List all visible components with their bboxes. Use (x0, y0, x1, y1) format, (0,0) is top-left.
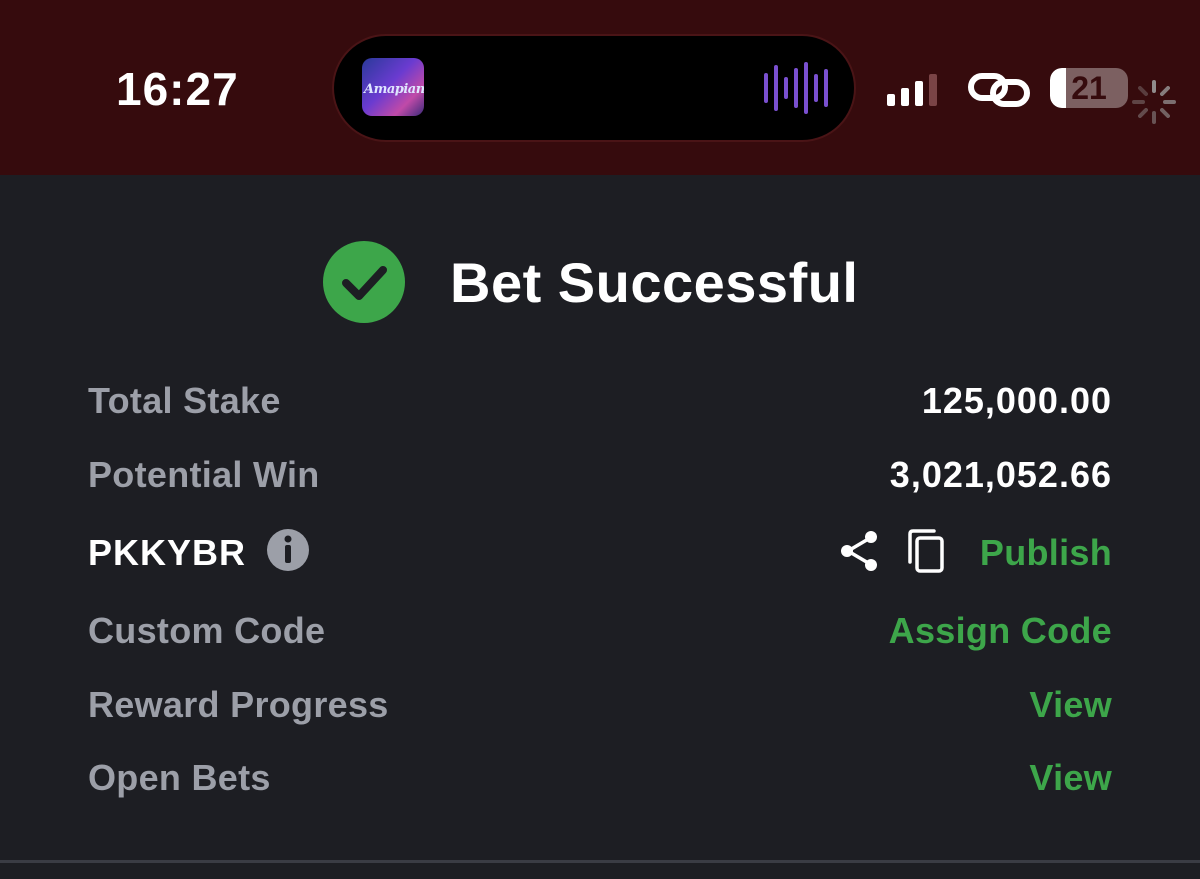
cellular-signal-icon (887, 74, 937, 106)
total-stake-label: Total Stake (88, 380, 281, 421)
publish-button[interactable]: Publish (980, 532, 1112, 574)
bet-confirmation-screen: 16:27 Amapiano (0, 0, 1200, 879)
open-bets-row: Open Bets View (88, 757, 1112, 807)
link-icon (968, 73, 1030, 107)
album-art[interactable]: Amapiano (362, 58, 424, 116)
dynamic-island[interactable]: Amapiano (334, 36, 854, 140)
copy-icon[interactable] (906, 528, 946, 574)
audio-waveform-icon (764, 62, 828, 114)
total-stake-row: Total Stake 125,000.00 (88, 380, 1112, 430)
reward-progress-view-button[interactable]: View (1029, 684, 1112, 726)
info-icon[interactable] (266, 528, 310, 572)
potential-win-value: 3,021,052.66 (889, 454, 1112, 495)
battery-icon: 21 (1050, 68, 1128, 108)
open-bets-label: Open Bets (88, 757, 271, 798)
custom-code-label: Custom Code (88, 610, 326, 651)
custom-code-row: Custom Code Assign Code (88, 610, 1112, 660)
booking-code-row: PKKYBR Publish (88, 529, 1112, 582)
booking-code: PKKYBR (88, 532, 247, 573)
potential-win-label: Potential Win (88, 454, 320, 495)
album-art-text: Amapiano (364, 82, 424, 97)
potential-win-row: Potential Win 3,021,052.66 (88, 454, 1112, 504)
divider (0, 860, 1200, 863)
page-title: Bet Successful (450, 251, 859, 314)
share-icon[interactable] (838, 528, 880, 574)
bet-success-header: Bet Successful (0, 238, 1200, 328)
reward-progress-label: Reward Progress (88, 684, 389, 725)
loading-spinner-icon (1132, 80, 1176, 124)
assign-code-button[interactable]: Assign Code (889, 610, 1112, 652)
reward-progress-row: Reward Progress View (88, 684, 1112, 734)
battery-level: 21 (1071, 70, 1107, 106)
total-stake-value: 125,000.00 (921, 380, 1112, 421)
open-bets-view-button[interactable]: View (1029, 757, 1112, 799)
check-circle-icon (323, 241, 405, 323)
status-bar: 16:27 Amapiano (0, 0, 1200, 175)
status-time: 16:27 (116, 63, 239, 115)
